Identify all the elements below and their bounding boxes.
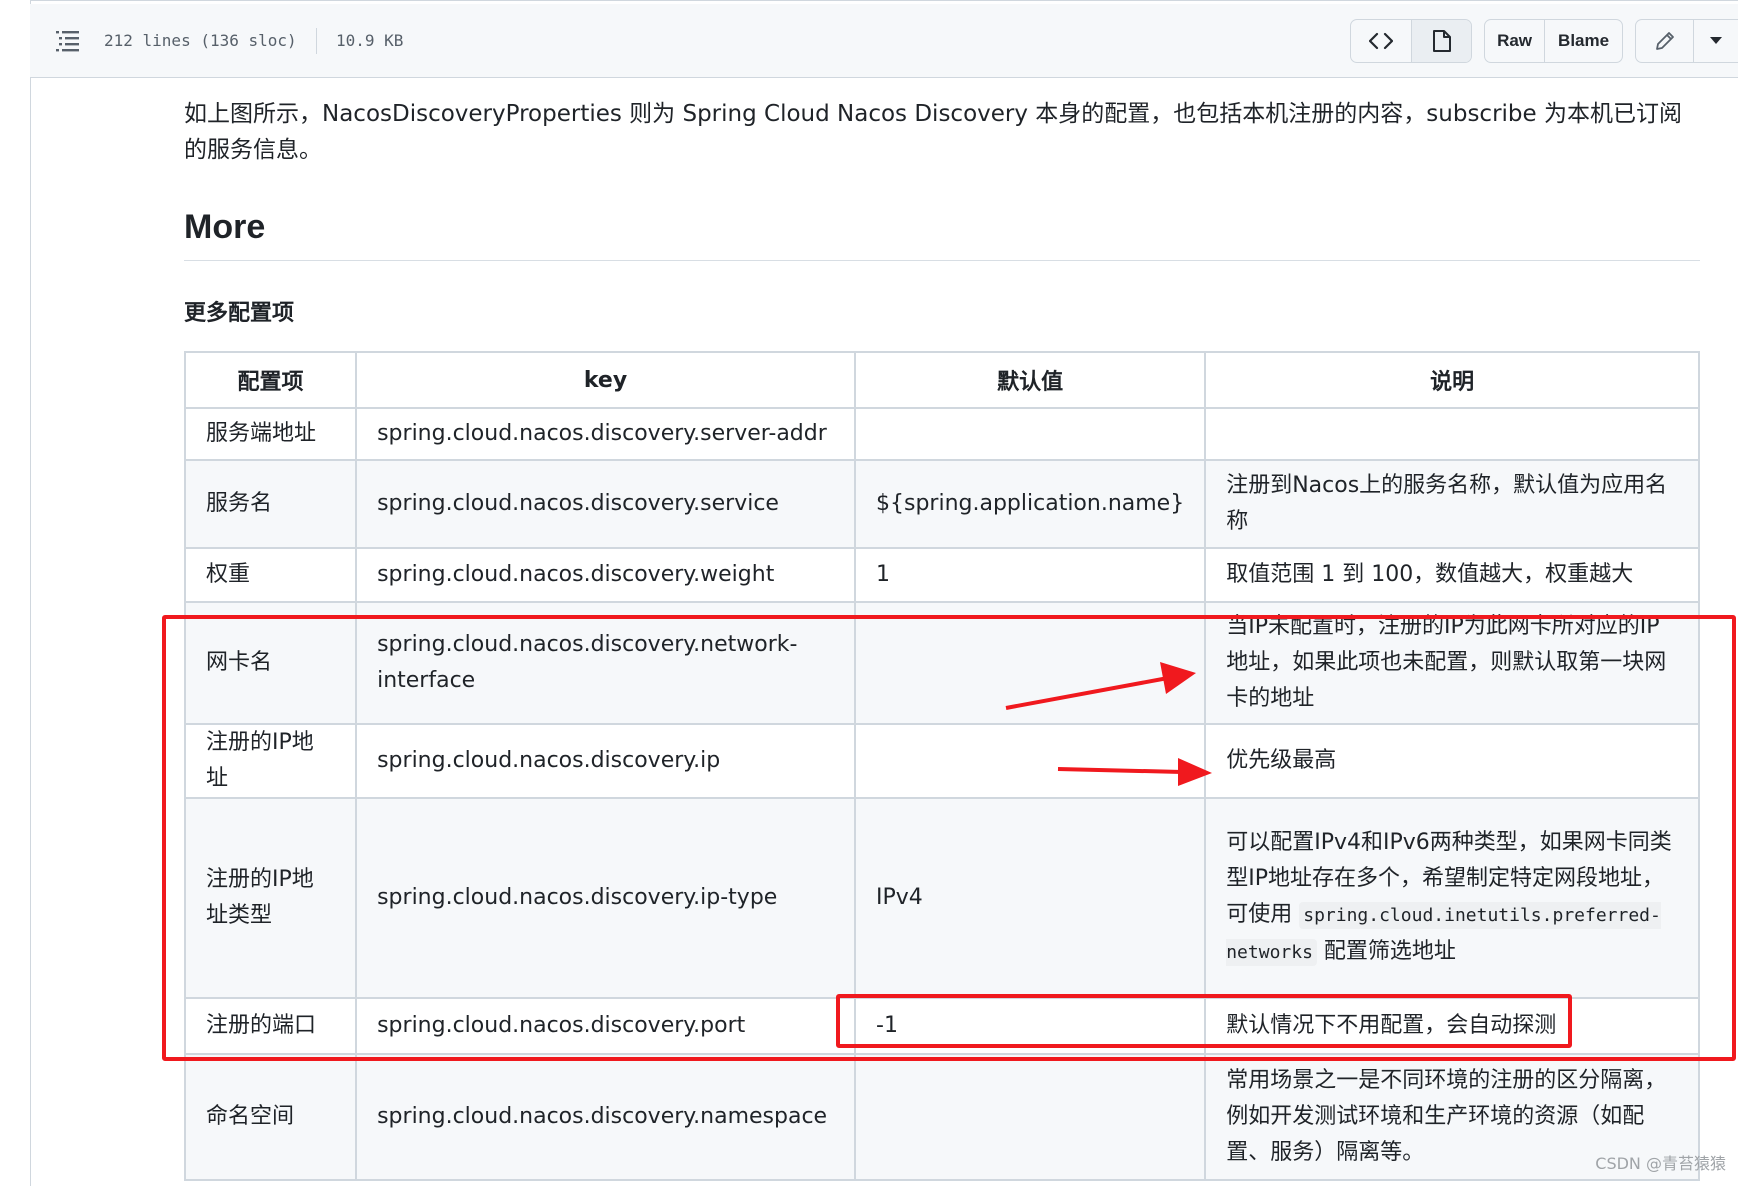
cell-default: -1 <box>853 997 1207 1055</box>
table-row: 命名空间 spring.cloud.nacos.discovery.namesp… <box>183 1053 1700 1181</box>
header-default: 默认值 <box>853 351 1207 409</box>
header-item: 配置项 <box>183 351 358 409</box>
edit-button[interactable] <box>1636 20 1693 62</box>
header-desc: 说明 <box>1204 351 1700 409</box>
section-heading: More <box>184 208 266 246</box>
view-toggle <box>1350 19 1472 63</box>
raw-button[interactable]: Raw <box>1485 20 1544 62</box>
table-row: 注册的IP地址类型 spring.cloud.nacos.discovery.i… <box>183 797 1700 999</box>
table-row: 服务端地址 spring.cloud.nacos.discovery.serve… <box>183 407 1700 461</box>
caret-down-icon <box>1710 37 1723 44</box>
desc-text: 配置筛选地址 <box>1323 939 1456 964</box>
cell-desc: 优先级最高 <box>1204 723 1700 799</box>
table-row: 注册的端口 spring.cloud.nacos.discovery.port … <box>183 997 1700 1055</box>
cell-default <box>853 601 1207 725</box>
cell-default <box>853 1053 1207 1181</box>
edit-group <box>1635 19 1738 63</box>
blame-button[interactable]: Blame <box>1544 20 1622 62</box>
cell-desc: 可以配置IPv4和IPv6两种类型，如果网卡同类型IP地址存在多个，希望制定特定… <box>1204 797 1700 999</box>
cell-item: 网卡名 <box>183 601 358 725</box>
raw-blame-group: Raw Blame <box>1484 19 1623 63</box>
cell-item: 注册的端口 <box>183 997 358 1055</box>
heading-rule <box>184 260 1700 261</box>
cell-key: spring.cloud.nacos.discovery.network-int… <box>355 601 856 725</box>
file-size: 10.9 KB <box>336 31 404 50</box>
subsection-heading: 更多配置项 <box>184 301 295 326</box>
cell-desc: 取值范围 1 到 100，数值越大，权重越大 <box>1204 547 1700 603</box>
cell-key: spring.cloud.nacos.discovery.namespace <box>355 1053 856 1181</box>
outline-list-icon[interactable] <box>56 30 80 52</box>
cell-default <box>853 723 1207 799</box>
meta-divider <box>316 28 317 54</box>
cell-default: ${spring.application.name} <box>853 459 1207 549</box>
cell-key: spring.cloud.nacos.discovery.service <box>355 459 856 549</box>
header-key: key <box>355 351 856 409</box>
cell-default: 1 <box>853 547 1207 603</box>
file-header: 212 lines (136 sloc) 10.9 KB Raw Blame <box>30 4 1738 78</box>
line-count: 212 lines (136 sloc) <box>104 31 297 50</box>
table-row: 服务名 spring.cloud.nacos.discovery.service… <box>183 459 1700 549</box>
cell-key: spring.cloud.nacos.discovery.weight <box>355 547 856 603</box>
table-row: 权重 spring.cloud.nacos.discovery.weight 1… <box>183 547 1700 603</box>
cell-item: 命名空间 <box>183 1053 358 1181</box>
table-header-row: 配置项 key 默认值 说明 <box>183 351 1700 409</box>
cell-key: spring.cloud.nacos.discovery.server-addr <box>355 407 856 461</box>
cell-default <box>853 407 1207 461</box>
cell-key: spring.cloud.nacos.discovery.ip-type <box>355 797 856 999</box>
code-view-button[interactable] <box>1351 20 1411 62</box>
file-view-button[interactable] <box>1411 20 1471 62</box>
cell-item: 服务名 <box>183 459 358 549</box>
more-edit-options-button[interactable] <box>1693 20 1738 62</box>
cell-item: 注册的IP地址 <box>183 723 358 799</box>
cell-key: spring.cloud.nacos.discovery.port <box>355 997 856 1055</box>
cell-desc: 注册到Nacos上的服务名称，默认值为应用名称 <box>1204 459 1700 549</box>
file-icon <box>1432 30 1451 52</box>
config-table: 配置项 key 默认值 说明 服务端地址 spring.cloud.nacos.… <box>183 351 1700 1181</box>
intro-paragraph: 如上图所示，NacosDiscoveryProperties 则为 Spring… <box>184 101 1682 163</box>
cell-item: 注册的IP地址类型 <box>183 797 358 999</box>
cell-desc: 默认情况下不用配置，会自动探测 <box>1204 997 1700 1055</box>
cell-desc <box>1204 407 1700 461</box>
code-icon <box>1369 32 1393 50</box>
cell-desc: 当IP未配置时，注册的IP为此网卡所对应的IP地址，如果此项也未配置，则默认取第… <box>1204 601 1700 725</box>
table-row: 注册的IP地址 spring.cloud.nacos.discovery.ip … <box>183 723 1700 799</box>
cell-default: IPv4 <box>853 797 1207 999</box>
cell-item: 权重 <box>183 547 358 603</box>
cell-key: spring.cloud.nacos.discovery.ip <box>355 723 856 799</box>
table-row: 网卡名 spring.cloud.nacos.discovery.network… <box>183 601 1700 725</box>
cell-item: 服务端地址 <box>183 407 358 461</box>
pencil-icon <box>1655 32 1674 50</box>
watermark: CSDN @青苔猿猿 <box>1595 1154 1726 1173</box>
